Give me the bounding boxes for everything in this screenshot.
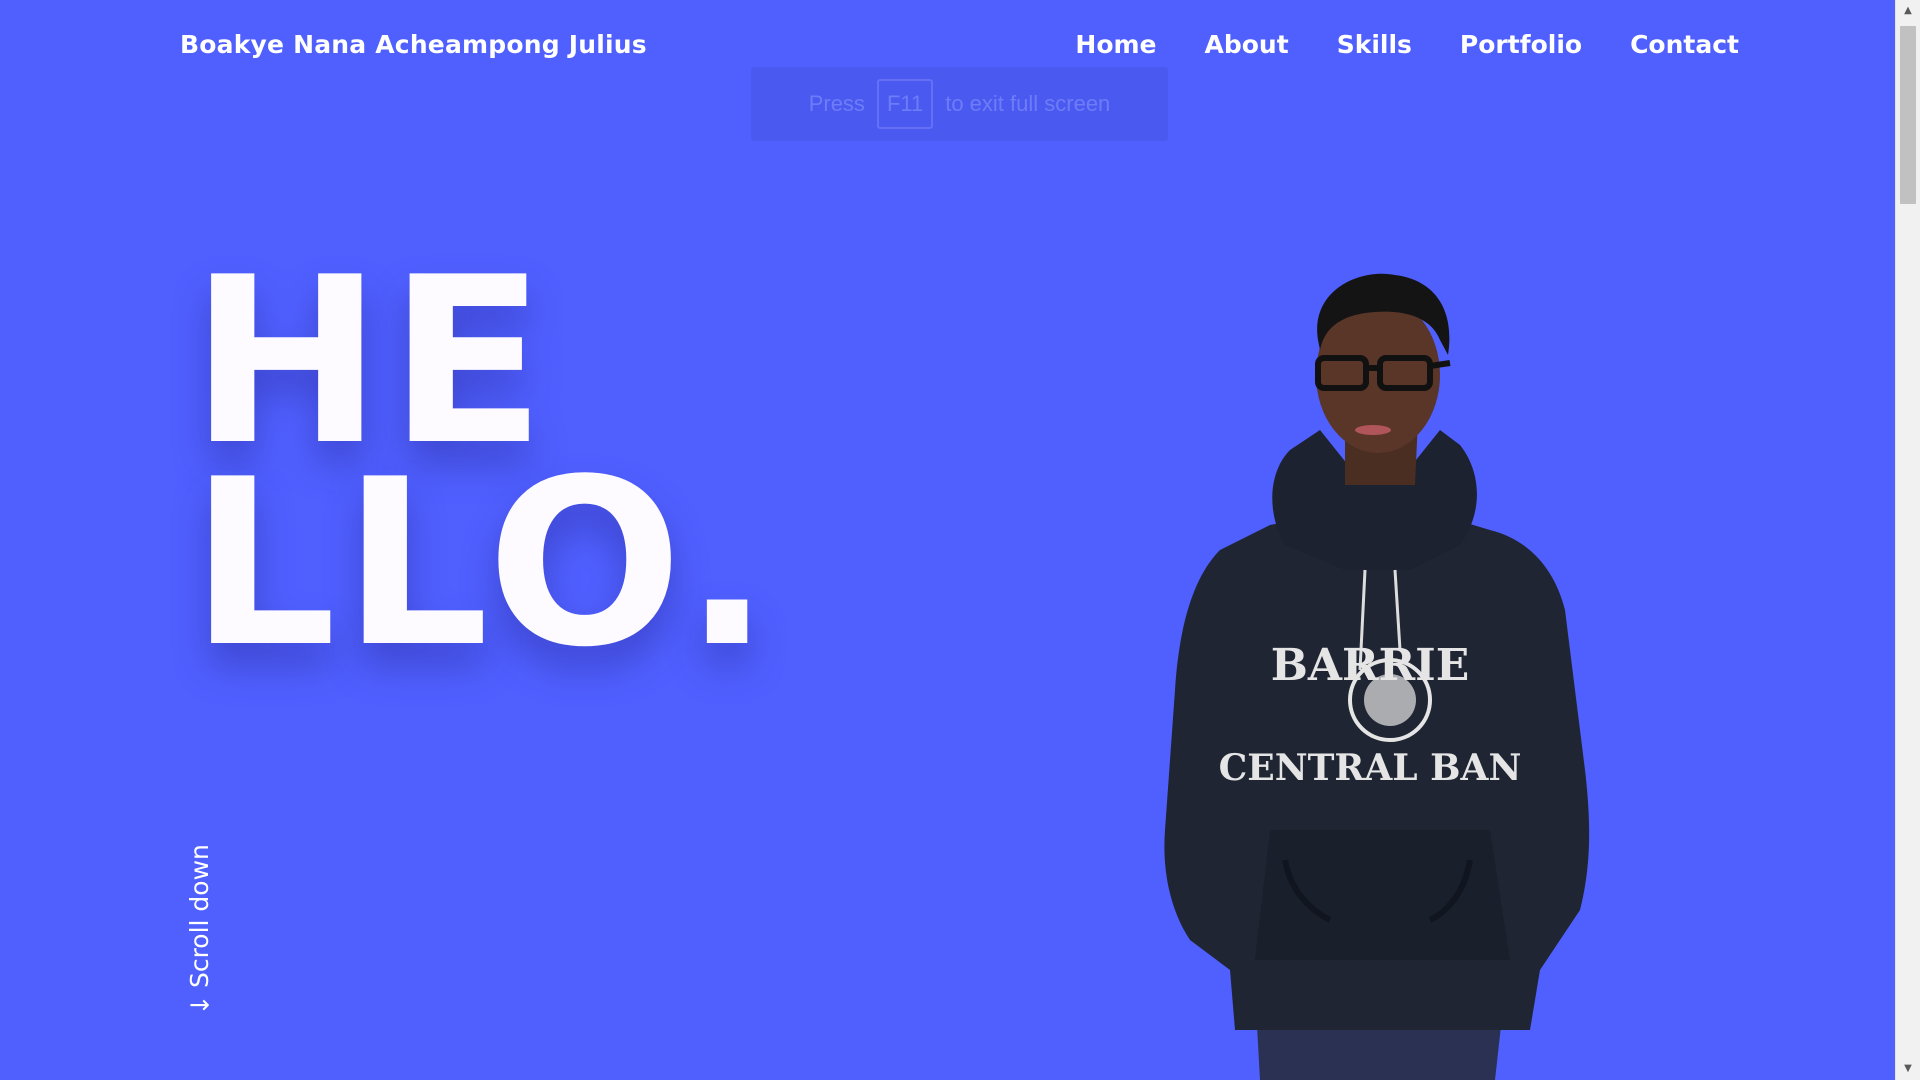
arrow-down-icon: →: [189, 990, 210, 1020]
scrollbar-thumb[interactable]: [1900, 26, 1916, 204]
hero-line-2: LLO.: [190, 431, 777, 698]
nav-skills[interactable]: Skills: [1337, 30, 1412, 79]
nav-contact[interactable]: Contact: [1630, 30, 1739, 79]
toast-suffix: to exit full screen: [945, 91, 1111, 116]
page: Boakye Nana Acheampong Julius Home About…: [0, 0, 1920, 1080]
profile-photo: BARRIE CENTRAL BAN: [1164, 273, 1590, 1080]
vertical-scrollbar[interactable]: ▲ ▼: [1895, 0, 1920, 1080]
scroll-down-link[interactable]: → Scroll down: [185, 844, 215, 1019]
toast-key: F11: [876, 79, 934, 129]
toast-prefix: Press: [808, 91, 865, 116]
site-brand[interactable]: Boakye Nana Acheampong Julius: [180, 30, 647, 59]
hero-heading: HE LLO.: [190, 248, 777, 698]
scroll-down-label: Scroll down: [185, 844, 214, 989]
scroll-up-arrow-icon[interactable]: ▲: [1896, 0, 1920, 22]
scroll-down-arrow-icon[interactable]: ▼: [1896, 1058, 1920, 1080]
hoodie-print-bottom: CENTRAL BAN: [1219, 747, 1522, 789]
main-nav: Home About Skills Portfolio Contact: [1075, 30, 1739, 79]
fullscreen-exit-toast: Press F11 to exit full screen: [751, 67, 1168, 141]
nav-portfolio[interactable]: Portfolio: [1460, 30, 1582, 79]
nav-about[interactable]: About: [1205, 30, 1289, 79]
